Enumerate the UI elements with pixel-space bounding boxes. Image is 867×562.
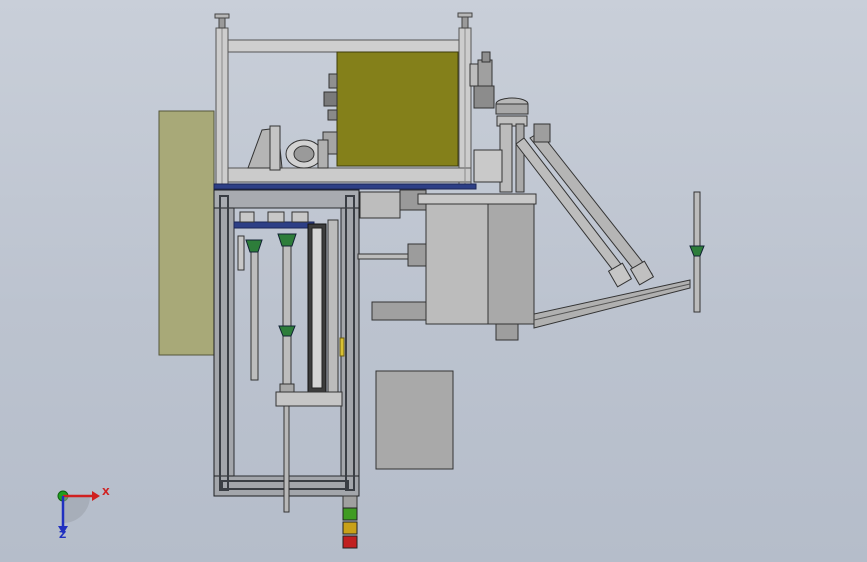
right-column[interactable] [473, 115, 528, 193]
stack-light-yellow [342, 521, 358, 535]
arm-pivot[interactable] [533, 123, 551, 143]
diagonal-arm-upper[interactable] [529, 131, 655, 286]
top-right-cylinder[interactable] [469, 51, 495, 109]
triad-x-label: X [102, 487, 110, 498]
leveling-foot-left[interactable] [214, 13, 230, 29]
stack-light[interactable] [342, 495, 358, 549]
gearbox-housing[interactable] [407, 193, 537, 341]
yellow-cover-panel[interactable] [336, 51, 459, 167]
inner-crossbar[interactable] [233, 211, 315, 229]
pulley-wheel[interactable] [495, 97, 529, 115]
center-bracket[interactable] [359, 189, 427, 219]
vertical-chain[interactable] [307, 219, 345, 393]
stack-light-red [342, 535, 358, 549]
blue-rail[interactable] [213, 183, 477, 190]
cad-viewport[interactable]: X Z [0, 0, 867, 562]
stack-light-green [342, 507, 358, 521]
motor-assembly[interactable] [247, 125, 329, 171]
control-cabinet[interactable] [375, 370, 454, 470]
conveyor-rail[interactable] [533, 279, 691, 329]
reference-triad [57, 490, 100, 534]
spindle-left[interactable] [237, 235, 263, 381]
triad-z-label: Z [59, 530, 67, 541]
leveling-foot-right[interactable] [457, 12, 473, 29]
left-side-panel[interactable] [158, 110, 215, 356]
assembly-model[interactable] [0, 0, 867, 562]
screw-shaft-right[interactable] [689, 191, 705, 313]
spindle-middle[interactable] [277, 233, 297, 513]
